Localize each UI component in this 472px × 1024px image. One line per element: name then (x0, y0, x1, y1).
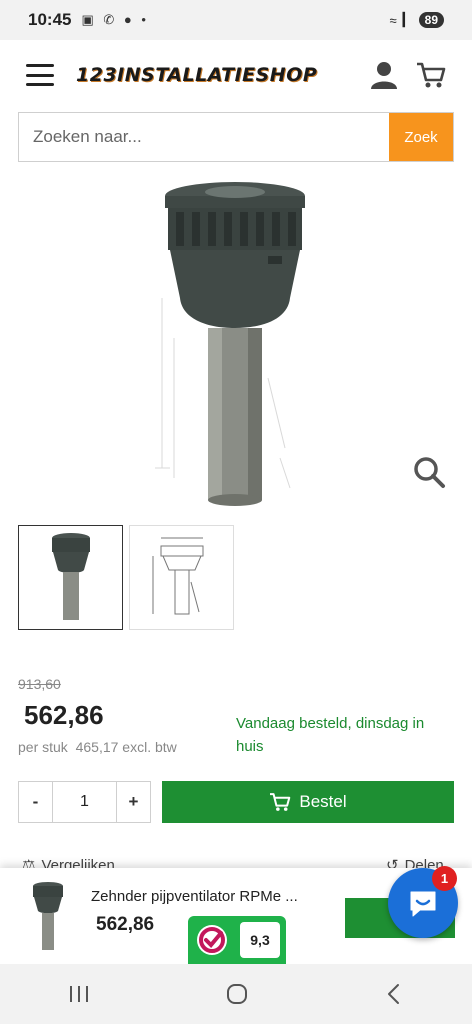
order-label: Bestel (299, 792, 347, 811)
site-logo[interactable]: 123INSTALLATIESHOP (76, 64, 317, 86)
zoom-icon[interactable] (412, 455, 446, 489)
chat-notification-badge: 1 (432, 866, 457, 891)
kiyoh-score: 9,3 (240, 922, 280, 958)
thumbnail-product-image (51, 532, 90, 620)
search-bar: Zoek (18, 112, 454, 162)
signal-icon: ▎ (402, 12, 413, 27)
thumbnail-gallery (18, 525, 234, 630)
price-details: per stuk 465,17 excl. btw (18, 739, 177, 755)
system-nav-bar (0, 964, 472, 1024)
old-price: 913,60 (18, 676, 61, 692)
thumbnail-drawing[interactable] (129, 525, 234, 630)
quantity-stepper: - 1 + (18, 781, 151, 823)
cart-icon[interactable] (416, 61, 446, 89)
thumbnail-product[interactable] (18, 525, 123, 630)
product-image[interactable] (140, 178, 340, 508)
back-icon[interactable] (384, 983, 404, 1005)
status-time: 10:45 (28, 10, 72, 29)
header-icons (370, 60, 446, 90)
excl-vat-price: 465,17 excl. btw (75, 739, 177, 755)
account-icon[interactable] (370, 60, 398, 90)
sticky-product-price: 562,86 (96, 914, 155, 935)
cart-icon (270, 793, 291, 811)
price: 562,86 (24, 700, 104, 730)
thumbnail-drawing-image (152, 537, 203, 614)
menu-icon[interactable] (26, 64, 54, 86)
search-button[interactable]: Zoek (389, 113, 453, 161)
search-input[interactable] (19, 113, 389, 161)
decrease-button[interactable]: - (19, 782, 52, 822)
wifi-icon: ≈ (389, 12, 397, 28)
sticky-product-name: Zehnder pijpventilator RPMe ... (91, 888, 298, 905)
delivery-info: Vandaag besteld, dinsdag in huis (236, 715, 425, 755)
status-right: ≈ ▎ 89 (389, 12, 444, 28)
home-icon[interactable] (225, 982, 249, 1006)
status-bar: 10:45 ▣ ✆ ● • ≈ ▎ 89 (0, 0, 472, 40)
kiyoh-logo-icon (188, 923, 236, 957)
battery-indicator: 89 (418, 12, 444, 28)
notification-icons: ▣ ✆ ● • (81, 12, 149, 27)
recent-apps-icon[interactable] (68, 984, 90, 1004)
order-button[interactable]: Bestel (162, 781, 454, 823)
increase-button[interactable]: + (117, 782, 150, 822)
site-header: 123INSTALLATIESHOP (0, 40, 472, 110)
kiyoh-rating-widget[interactable]: 9,3 (188, 916, 286, 964)
unit-label: per stuk (18, 739, 68, 755)
chat-icon (410, 891, 436, 917)
quantity-input[interactable]: 1 (52, 782, 117, 822)
sticky-product-image (33, 882, 63, 950)
